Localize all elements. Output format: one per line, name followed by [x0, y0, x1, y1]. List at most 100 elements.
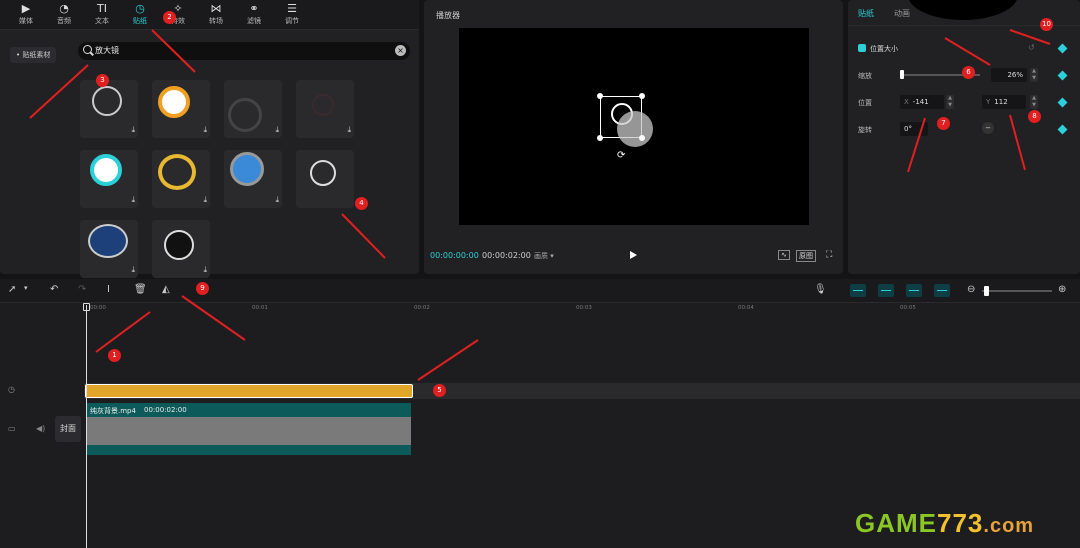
sticker-item[interactable]: ⤓ [152, 150, 210, 208]
download-icon[interactable]: ⤓ [203, 125, 207, 135]
select-tool-icon[interactable]: ➚ [8, 284, 16, 295]
annotation-badge-7: 7 [937, 117, 950, 130]
resize-handle[interactable] [639, 93, 645, 99]
sidebar-item-sticker-assets[interactable]: • 贴纸素材 [10, 47, 57, 63]
tab-sticker-props[interactable]: 贴纸 [858, 8, 874, 19]
scale-field[interactable]: 26% [991, 68, 1027, 82]
ruler-mark: 00:02 [414, 305, 430, 311]
magnifier-sticker [158, 86, 190, 118]
inspector-panel: 贴纸 动画 位置大小 ↺ 缩放 26% ▲ ▼ 位置 X -141 ▲ ▼ Y 112 … [848, 0, 1080, 274]
split-icon[interactable]: I [107, 284, 110, 295]
adjust-icon: ☰ [287, 2, 297, 15]
sticker-item[interactable]: ⤓ [296, 80, 354, 138]
media-icon: ▶ [21, 2, 31, 15]
sticker-track-icon: ◷ [8, 385, 15, 394]
keyframe-icon[interactable] [1057, 70, 1068, 81]
player-title: 播放器 [436, 11, 460, 20]
snap-toggle-2[interactable] [878, 284, 894, 297]
original-ratio-button[interactable]: 原图 [796, 250, 816, 262]
sticker-item[interactable]: ⤓ [152, 80, 210, 138]
cover-button[interactable]: 封面 [55, 416, 81, 442]
clear-search-icon[interactable]: × [395, 45, 406, 56]
tab-animation[interactable]: 动画 [894, 8, 910, 19]
sticker-item[interactable]: ⤓ [80, 150, 138, 208]
sticker-item[interactable]: ⤓ [80, 80, 138, 138]
snap-toggle-3[interactable] [906, 284, 922, 297]
download-icon[interactable]: ⤓ [203, 195, 207, 205]
sticker-selection-box[interactable] [597, 93, 653, 147]
ruler-mark: 00:05 [900, 305, 916, 311]
zoom-knob[interactable] [984, 286, 989, 296]
download-icon[interactable]: ⤓ [131, 265, 135, 275]
playhead[interactable] [86, 305, 87, 548]
video-clip[interactable]: 纯灰背景.mp4 00:00:02:00 [86, 403, 411, 455]
preview-canvas[interactable]: ⟳ [459, 28, 809, 225]
download-icon[interactable]: ⤓ [275, 195, 279, 205]
quality-dropdown[interactable]: 画质 ▾ [534, 251, 554, 261]
download-icon[interactable]: ⤓ [131, 125, 135, 135]
chevron-down-icon[interactable]: ▾ [24, 284, 28, 292]
resize-handle[interactable] [639, 135, 645, 141]
search-input[interactable]: 放大镜 × [78, 42, 410, 60]
zoom-slider[interactable] [982, 286, 1052, 296]
rotation-label: 旋转 [858, 126, 872, 134]
keyframe-icon[interactable] [1057, 97, 1068, 108]
redo-icon[interactable]: ↷ [78, 284, 86, 295]
tab-adjust[interactable]: ☰ 调节 [274, 2, 310, 26]
sticker-item[interactable] [296, 150, 354, 208]
scale-stepper[interactable]: ▲ ▼ [1030, 68, 1038, 82]
sticker-icon: ◷ [135, 2, 145, 15]
audio-mute-icon[interactable]: ◀) [36, 424, 45, 433]
time-ruler[interactable]: 00:00 00:01 00:02 00:03 00:04 00:05 [0, 303, 1080, 317]
x-stepper[interactable]: ▲ ▼ [946, 95, 954, 109]
ruler-mark: 00:04 [738, 305, 754, 311]
tab-filter[interactable]: ⚭ 滤镜 [236, 2, 272, 26]
resize-handle[interactable] [597, 93, 603, 99]
download-icon[interactable]: ⤓ [347, 125, 351, 135]
zoom-out-icon[interactable]: ⊖ [967, 284, 975, 295]
annotation-badge-8: 8 [1028, 110, 1041, 123]
keyframe-icon[interactable] [1057, 124, 1068, 135]
tab-transition[interactable]: ⋈ 转场 [198, 2, 234, 26]
position-y-field[interactable]: Y 112 [982, 95, 1026, 109]
drag-cursor [617, 111, 653, 147]
rotate-handle-icon[interactable]: ⟳ [617, 150, 625, 161]
y-stepper[interactable]: ▲ ▼ [1030, 95, 1038, 109]
magnifier-sticker [310, 160, 336, 186]
waveform-icon[interactable]: ∿ [778, 250, 790, 260]
resize-handle[interactable] [597, 135, 603, 141]
position-size-checkbox[interactable] [858, 44, 866, 52]
reset-icon[interactable]: ↺ [1028, 43, 1035, 52]
tab-audio[interactable]: ◔ 音频 [46, 2, 82, 26]
sticker-item[interactable]: ⤓ [224, 80, 282, 138]
mirror-icon[interactable]: ◭ [162, 284, 170, 295]
magnifier-sticker [228, 98, 262, 132]
annotation-badge-3: 3 [96, 74, 109, 87]
download-icon[interactable]: ⤓ [203, 265, 207, 275]
undo-icon[interactable]: ↶ [50, 284, 58, 295]
snap-toggle-4[interactable] [934, 284, 950, 297]
tab-media[interactable]: ▶ 媒体 [8, 2, 44, 26]
fullscreen-icon[interactable]: ⛶ [824, 250, 834, 260]
slider-knob[interactable] [900, 70, 904, 79]
sticker-clip[interactable] [85, 384, 413, 398]
keyframe-icon[interactable] [1057, 43, 1068, 54]
sticker-item[interactable]: ⤓ [224, 150, 282, 208]
audio-icon: ◔ [59, 2, 69, 15]
download-icon[interactable]: ⤓ [275, 125, 279, 135]
zoom-in-icon[interactable]: ⊕ [1058, 284, 1066, 295]
rotation-field[interactable]: 0° [900, 122, 928, 136]
download-icon[interactable]: ⤓ [131, 195, 135, 205]
delete-icon[interactable]: 🗑 [134, 284, 147, 295]
text-icon: TI [97, 2, 107, 15]
microphone-icon[interactable]: 🎙 [814, 284, 827, 295]
play-icon[interactable] [630, 251, 637, 259]
ruler-mark: 00:00 [90, 305, 106, 311]
tab-sticker[interactable]: ◷ 贴纸 [122, 2, 158, 26]
position-x-field[interactable]: X -141 [900, 95, 944, 109]
sticker-item[interactable]: ⤓ [80, 220, 138, 278]
flip-icon[interactable]: − [982, 122, 994, 134]
tab-text[interactable]: TI 文本 [84, 2, 120, 26]
sticker-item[interactable]: ⤓ [152, 220, 210, 278]
snap-toggle-1[interactable] [850, 284, 866, 297]
